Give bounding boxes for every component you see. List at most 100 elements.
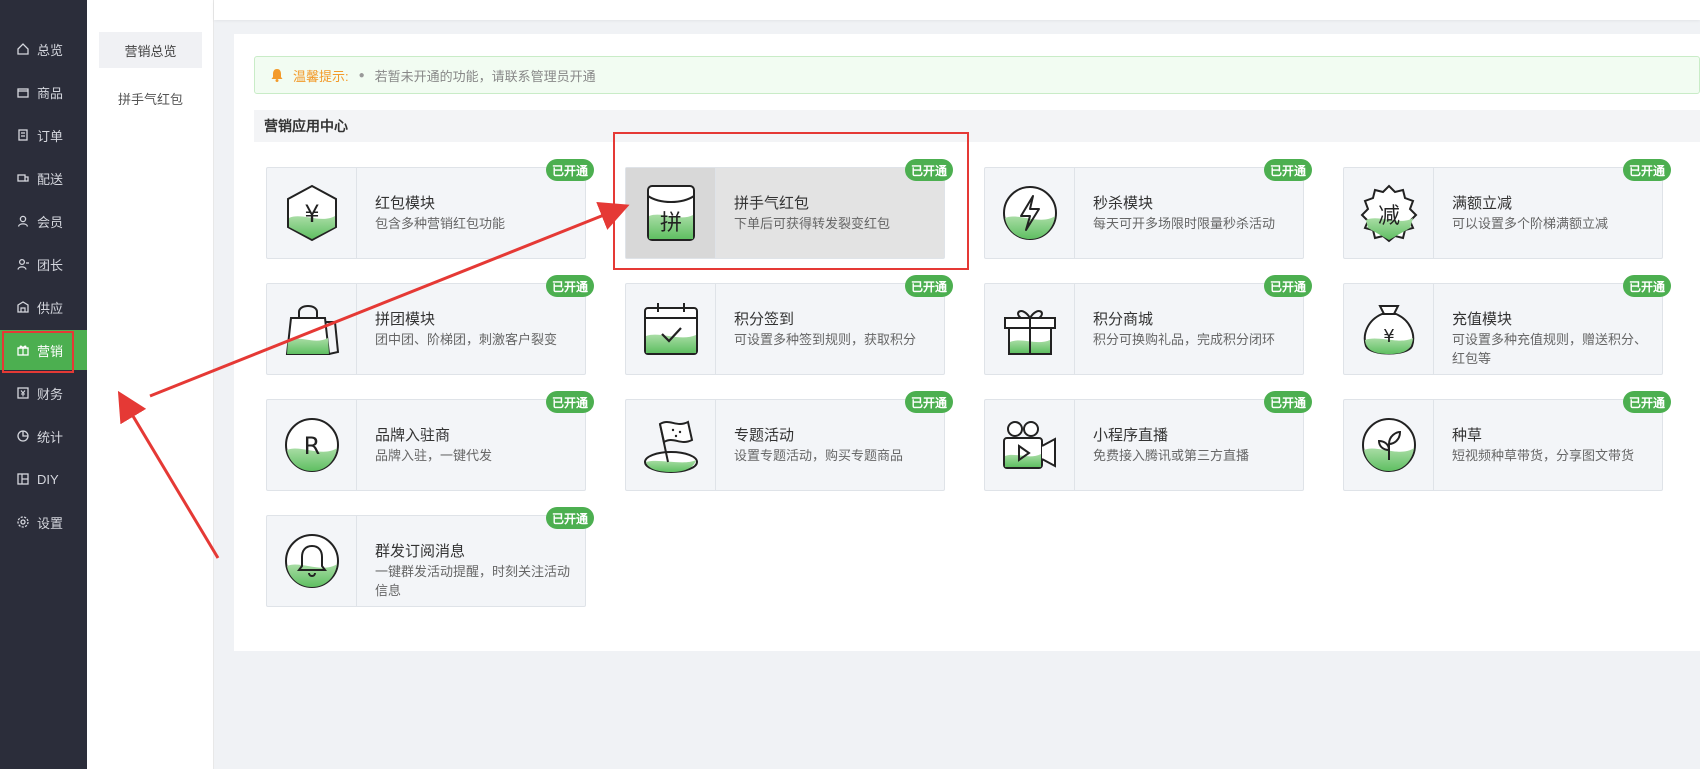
sign-in-icon <box>626 284 716 374</box>
user-icon <box>16 214 30 228</box>
seeding-icon <box>1344 400 1434 490</box>
submenu-item-lucky-packet[interactable]: 拼手气红包 <box>99 80 202 116</box>
app-card-subscribe[interactable]: 群发订阅消息 一键群发活动提醒，时刻关注活动信息 已开通 <box>266 507 594 607</box>
sidebar-item-goods[interactable]: 商品 <box>0 72 87 112</box>
app-card-recharge[interactable]: ¥ 充值模块 可设置多种充值规则，赠送积分、红包等 已开通 <box>1343 275 1671 375</box>
brand-icon: R <box>267 400 357 490</box>
sidebar-item-marketing[interactable]: 营销 <box>0 330 87 373</box>
layout-icon <box>16 472 30 486</box>
red-packet-icon: ¥ <box>267 168 357 258</box>
sidebar-item-label: 总览 <box>37 42 64 58</box>
sidebar-item-label: 供应 <box>37 300 64 316</box>
recharge-icon: ¥ <box>1344 284 1434 374</box>
sidebar-item-label: 财务 <box>37 386 64 402</box>
status-badge: 已开通 <box>904 391 953 413</box>
app-card-group-buy[interactable]: 拼团模块 团中团、阶梯团，刺激客户裂变 已开通 <box>266 275 594 375</box>
status-badge: 已开通 <box>1622 159 1671 181</box>
card-title: 满额立减 <box>1452 195 1513 212</box>
app-card-live[interactable]: 小程序直播 免费接入腾讯或第三方直播 已开通 <box>984 391 1312 491</box>
app-card-topic[interactable]: 专题活动 设置专题活动，购买专题商品 已开通 <box>625 391 953 491</box>
status-badge: 已开通 <box>904 159 953 181</box>
card-title: 拼团模块 <box>375 311 436 328</box>
status-badge: 已开通 <box>545 391 594 413</box>
status-badge: 已开通 <box>545 507 594 529</box>
status-badge: 已开通 <box>1263 275 1312 297</box>
sidebar-item-label: 设置 <box>37 515 64 531</box>
card-desc: 可设置多种充值规则，赠送积分、红包等 <box>1452 332 1648 366</box>
supply-icon <box>16 300 30 314</box>
sidebar-item-orders[interactable]: 订单 <box>0 115 87 155</box>
app-card-seeding[interactable]: 种草 短视频种草带货，分享图文带货 已开通 <box>1343 391 1671 491</box>
svg-text:R: R <box>303 432 320 460</box>
delivery-icon <box>16 171 30 185</box>
notice-banner: 温馨提示: ● 若暂未开通的功能，请联系管理员开通 <box>254 56 1700 94</box>
sidebar-item-label: 配送 <box>37 171 64 187</box>
bell-icon <box>269 67 285 83</box>
app-card-points-mall[interactable]: 积分商城 积分可换购礼品，完成积分闭环 已开通 <box>984 275 1312 375</box>
bullet-dot-icon: ● <box>358 69 365 81</box>
card-desc: 免费接入腾讯或第三方直播 <box>1093 448 1250 463</box>
sidebar-item-statistics[interactable]: 统计 <box>0 416 87 456</box>
flash-sale-icon <box>985 168 1075 258</box>
card-desc: 品牌入驻，一键代发 <box>375 448 493 463</box>
svg-text:¥: ¥ <box>304 200 319 228</box>
order-icon <box>16 128 30 142</box>
sidebar-item-label: 商品 <box>37 85 64 101</box>
card-desc: 可设置多种签到规则，获取积分 <box>734 332 917 347</box>
card-desc: 可以设置多个阶梯满额立减 <box>1452 216 1609 231</box>
app-card-brand[interactable]: R 品牌入驻商 品牌入驻，一键代发 已开通 <box>266 391 594 491</box>
sidebar-item-overview[interactable]: 总览 <box>0 29 87 69</box>
sidebar-item-finance[interactable]: 财务 <box>0 373 87 413</box>
group-buy-icon <box>267 284 357 374</box>
svg-text:¥: ¥ <box>1383 326 1394 347</box>
app-card-lucky-packet[interactable]: 拼 拼手气红包 下单后可获得转发裂变红包 已开通 <box>625 159 953 259</box>
svg-text:减: 减 <box>1377 204 1399 229</box>
status-badge: 已开通 <box>1622 391 1671 413</box>
card-title: 种草 <box>1452 427 1483 444</box>
sidebar-item-delivery[interactable]: 配送 <box>0 158 87 198</box>
topic-icon <box>626 400 716 490</box>
app-card-sign-in[interactable]: 积分签到 可设置多种签到规则，获取积分 已开通 <box>625 275 953 375</box>
app-card-red-packet[interactable]: ¥ 红包模块 包含多种营销红包功能 已开通 <box>266 159 594 259</box>
card-title: 积分签到 <box>734 311 795 328</box>
card-desc: 短视频种草带货，分享图文带货 <box>1452 448 1635 463</box>
card-desc: 包含多种营销红包功能 <box>375 216 506 231</box>
chart-icon <box>16 429 30 443</box>
main-sidebar: 总览 商品 订单 配送 会员 团长 供应 营销 财务 统计 DIY 设置 <box>0 0 87 769</box>
box-icon <box>16 85 30 99</box>
card-title: 积分商城 <box>1093 311 1154 328</box>
app-card-discount[interactable]: 减 满额立减 可以设置多个阶梯满额立减 已开通 <box>1343 159 1671 259</box>
sidebar-item-label: DIY <box>37 471 59 487</box>
sidebar-item-settings[interactable]: 设置 <box>0 502 87 542</box>
card-desc: 设置专题活动，购买专题商品 <box>734 448 904 463</box>
gear-icon <box>16 515 30 529</box>
sidebar-item-leader[interactable]: 团长 <box>0 244 87 284</box>
notice-label: 温馨提示: <box>293 68 349 84</box>
card-title: 秒杀模块 <box>1093 195 1154 212</box>
svg-text:拼: 拼 <box>659 211 681 236</box>
status-badge: 已开通 <box>1263 391 1312 413</box>
app-card-flash-sale[interactable]: 秒杀模块 每天可开多场限时限量秒杀活动 已开通 <box>984 159 1312 259</box>
sidebar-item-supply[interactable]: 供应 <box>0 287 87 327</box>
card-desc: 团中团、阶梯团，刺激客户裂变 <box>375 332 558 347</box>
gift-icon <box>16 343 30 357</box>
status-badge: 已开通 <box>1263 159 1312 181</box>
card-title: 群发订阅消息 <box>375 543 466 560</box>
sidebar-item-diy[interactable]: DIY <box>0 459 87 499</box>
card-title: 品牌入驻商 <box>375 427 451 444</box>
leader-icon <box>16 257 30 271</box>
finance-icon <box>16 386 30 400</box>
card-desc: 积分可换购礼品，完成积分闭环 <box>1093 332 1276 347</box>
subscribe-bell-icon <box>267 516 357 606</box>
status-badge: 已开通 <box>545 275 594 297</box>
card-title: 红包模块 <box>375 195 436 212</box>
submenu-item-overview[interactable]: 营销总览 <box>99 32 202 68</box>
card-title: 小程序直播 <box>1093 427 1169 444</box>
status-badge: 已开通 <box>545 159 594 181</box>
marketing-submenu: 营销总览 拼手气红包 <box>87 0 214 769</box>
card-title: 拼手气红包 <box>734 195 810 212</box>
sidebar-item-label: 统计 <box>37 429 64 445</box>
sidebar-item-members[interactable]: 会员 <box>0 201 87 241</box>
sidebar-item-label: 团长 <box>37 257 64 273</box>
top-bar <box>214 0 1700 20</box>
